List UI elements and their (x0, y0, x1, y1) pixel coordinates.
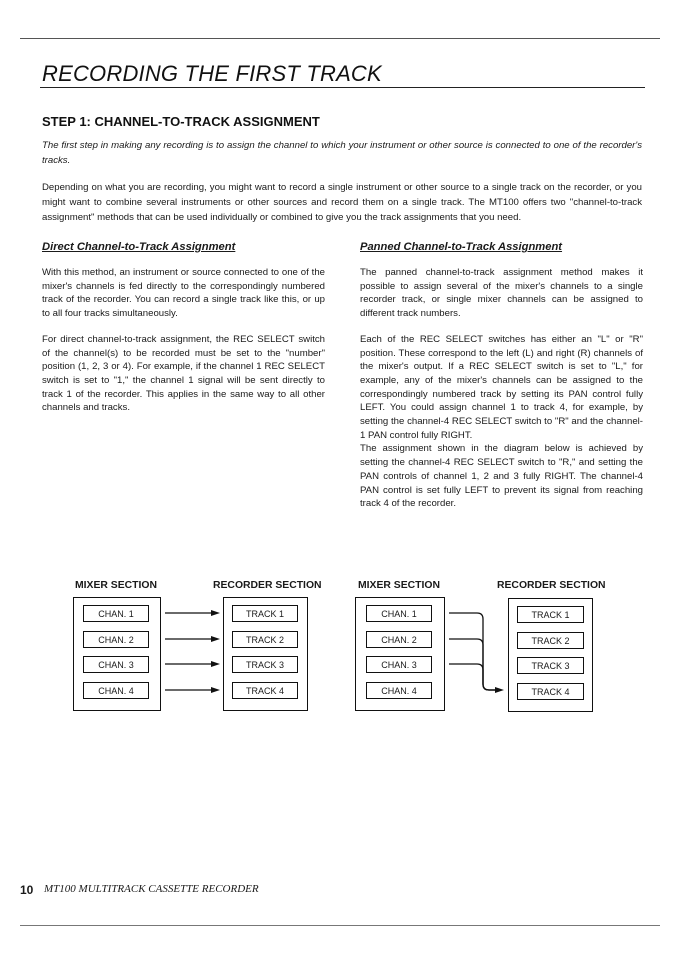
direct-paragraph-2: For direct channel-to-track assignment, … (42, 333, 325, 414)
panned-routing-arrows (449, 612, 504, 693)
title-underline (40, 87, 645, 88)
direct-assignment-section: Direct Channel-to-Track Assignment With … (42, 240, 325, 427)
page-number: 10 (20, 883, 34, 897)
routing-line (449, 612, 497, 691)
arrow-head (211, 687, 220, 693)
top-rule (20, 38, 660, 39)
bottom-rule (20, 925, 660, 926)
direct-assignment-heading: Direct Channel-to-Track Assignment (42, 241, 236, 253)
panned-assignment-heading: Panned Channel-to-Track Assignment (360, 241, 563, 253)
panned-paragraph-2: Each of the REC SELECT switches has eith… (360, 333, 643, 441)
panned-paragraph-3: The assignment shown in the diagram belo… (360, 443, 643, 510)
direct-paragraph-1: With this method, an instrument or sourc… (42, 267, 325, 320)
direct-routing-arrows (165, 610, 220, 693)
arrow-head (211, 610, 220, 616)
intro-paragraph: Depending on what you are recording, you… (42, 182, 642, 223)
step-heading: STEP 1: CHANNEL-TO-TRACK ASSIGNMENT (42, 114, 320, 129)
arrow-head (211, 661, 220, 667)
panned-assignment-section: Panned Channel-to-Track Assignment The p… (360, 240, 643, 523)
page-title: RECORDING THE FIRST TRACK (42, 61, 382, 86)
arrow-head (495, 687, 504, 693)
intro-italic-paragraph: The first step in making any recording i… (42, 140, 642, 166)
routing-line (449, 663, 497, 691)
panned-paragraph-1: The panned channel-to-track assignment m… (360, 267, 643, 320)
arrow-head (211, 636, 220, 642)
book-title: MT100 MULTITRACK CASSETTE RECORDER (44, 883, 259, 895)
